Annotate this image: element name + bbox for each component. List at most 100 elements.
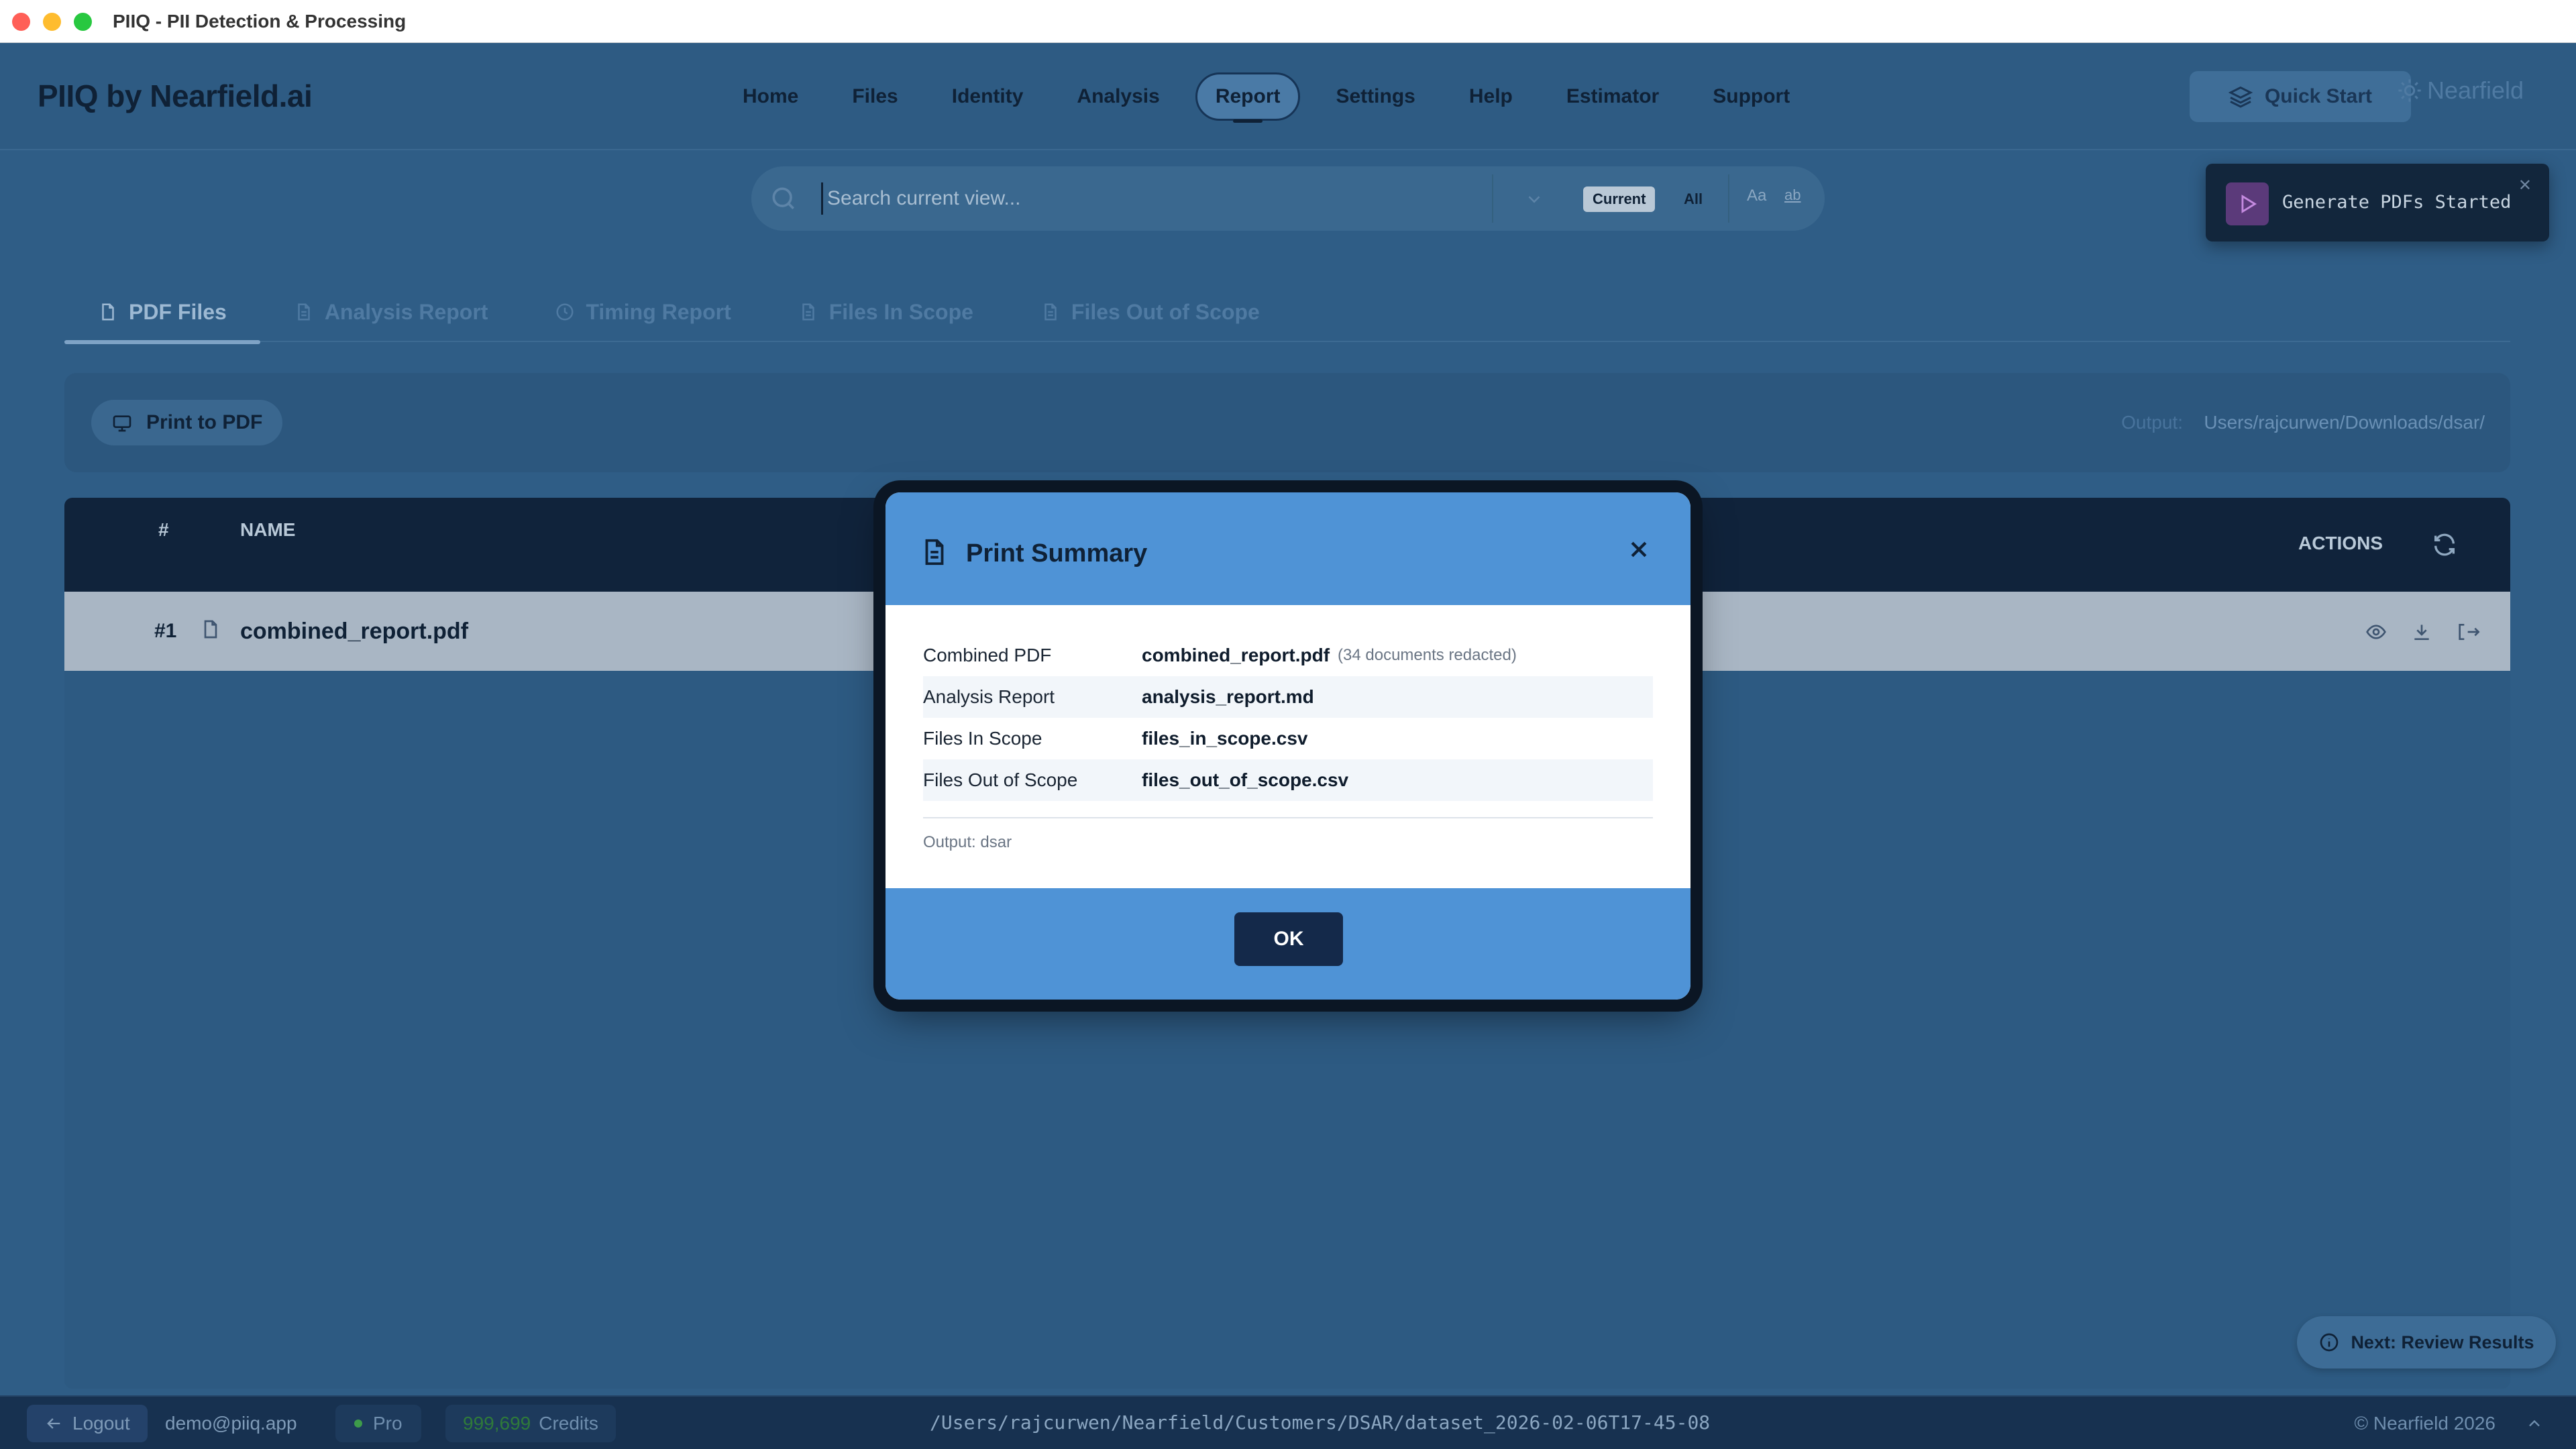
summary-row: Files Out of Scope files_out_of_scope.cs… (923, 759, 1653, 801)
dialog-output: Output: dsar (923, 833, 1012, 851)
tab-label: PDF Files (129, 299, 227, 324)
tab-pdf-files[interactable]: PDF Files (64, 282, 260, 344)
zoom-window-button[interactable] (74, 13, 92, 31)
clock-icon (556, 303, 574, 321)
brand-title: PIIQ by Nearfield.ai (38, 78, 313, 113)
nav-settings[interactable]: Settings (1318, 72, 1433, 121)
summary-note: (34 documents redacted) (1338, 646, 1517, 664)
nav-support[interactable]: Support (1695, 72, 1808, 121)
tab-files-out-of-scope[interactable]: Files Out of Scope (1007, 282, 1293, 342)
report-toolbar: Print to PDF Output: Users/rajcurwen/Dow… (64, 373, 2510, 472)
credits-value: 999,699 (463, 1413, 531, 1434)
dialog-footer: OK (885, 888, 1690, 1000)
summary-row: Analysis Report analysis_report.md (923, 676, 1653, 718)
file-icon (102, 303, 114, 321)
ok-button[interactable]: OK (1234, 912, 1343, 966)
output-path[interactable]: Users/rajcurwen/Downloads/dsar/ (2204, 412, 2485, 433)
chevron-down-icon[interactable] (1524, 189, 1544, 209)
search-input[interactable] (821, 182, 1492, 215)
summary-row: Combined PDF combined_report.pdf (34 doc… (923, 635, 1653, 676)
print-to-pdf-label: Print to PDF (146, 411, 263, 433)
output-label: Output: (2121, 412, 2183, 433)
summary-label: Analysis Report (923, 686, 1055, 707)
nav-help[interactable]: Help (1451, 72, 1531, 121)
layers-icon (2228, 86, 2253, 108)
credits-label: Credits (539, 1413, 598, 1434)
tab-label: Files Out of Scope (1071, 299, 1260, 324)
nav-analysis[interactable]: Analysis (1059, 72, 1177, 121)
close-icon[interactable] (1627, 538, 1650, 561)
file-text-icon (1044, 303, 1057, 321)
report-tabs: PDF Files Analysis Report Timing Report … (64, 282, 2510, 344)
column-header-actions: ACTIONS (2298, 533, 2383, 553)
quick-start-button[interactable]: Quick Start (2190, 71, 2411, 122)
summary-value: files_out_of_scope.csv (1142, 769, 1349, 790)
user-email: demo@piiq.app (165, 1413, 297, 1434)
file-icon (204, 620, 217, 639)
refresh-icon[interactable] (2431, 531, 2458, 558)
logout-button[interactable]: Logout (27, 1405, 148, 1442)
dialog-title: Print Summary (966, 539, 1148, 568)
whole-word-toggle[interactable]: ab (1784, 186, 1801, 204)
document-icon (925, 539, 944, 566)
scope-current-toggle[interactable]: Current (1583, 186, 1656, 212)
logout-label: Logout (72, 1413, 130, 1434)
match-case-toggle[interactable]: Aa (1747, 186, 1766, 205)
column-header-name[interactable]: NAME (240, 519, 295, 541)
window-title: PIIQ - PII Detection & Processing (113, 11, 407, 32)
download-icon[interactable] (2411, 621, 2432, 643)
divider (923, 817, 1653, 818)
tab-label: Files In Scope (828, 299, 973, 324)
tab-timing-report[interactable]: Timing Report (521, 282, 764, 342)
print-to-pdf-button[interactable]: Print to PDF (91, 400, 283, 445)
main-nav: Home Files Identity Analysis Report Sett… (724, 72, 1825, 123)
plan-badge: Pro (335, 1405, 421, 1442)
app-header: PIIQ by Nearfield.ai Home Files Identity… (0, 43, 2576, 150)
toast-message: Generate PDFs Started (2282, 192, 2512, 213)
nav-identity[interactable]: Identity (934, 72, 1042, 121)
window-titlebar: PIIQ - PII Detection & Processing (0, 0, 2576, 43)
next-review-results-button[interactable]: Next: Review Results (2297, 1316, 2556, 1368)
tab-files-in-scope[interactable]: Files In Scope (765, 282, 1007, 342)
printer-icon (113, 415, 131, 432)
nav-home[interactable]: Home (724, 72, 816, 121)
print-summary-dialog: Print Summary Combined PDF combined_repo… (885, 492, 1690, 1000)
dataset-path: /Users/rajcurwen/Nearfield/Customers/DSA… (930, 1411, 1711, 1434)
plan-status-dot (354, 1419, 362, 1428)
summary-value: analysis_report.md (1142, 686, 1314, 707)
row-number: #1 (154, 620, 177, 642)
status-bar: Logout demo@piiq.app Pro 999,699 Credits… (0, 1395, 2576, 1449)
tab-label: Timing Report (586, 299, 731, 324)
copyright: © Nearfield 2026 (2354, 1413, 2496, 1434)
next-button-label: Next: Review Results (2351, 1332, 2534, 1352)
plan-label: Pro (373, 1413, 402, 1434)
credits-badge: 999,699 Credits (445, 1405, 616, 1442)
chevron-up-icon[interactable] (2525, 1414, 2544, 1433)
open-external-icon[interactable] (2457, 621, 2481, 643)
nearfield-logo: Nearfield (2396, 76, 2524, 105)
nav-estimator[interactable]: Estimator (1548, 72, 1677, 121)
search-divider (1728, 174, 1729, 223)
dialog-header: Print Summary (885, 492, 1690, 605)
eye-icon[interactable] (2365, 621, 2387, 643)
search-bar: Current All Aa ab (751, 166, 1825, 231)
nav-files[interactable]: Files (834, 72, 916, 121)
close-window-button[interactable] (12, 13, 30, 31)
tab-analysis-report[interactable]: Analysis Report (260, 282, 522, 342)
search-divider (1492, 174, 1493, 223)
row-file-name[interactable]: combined_report.pdf (240, 619, 468, 645)
nearfield-logo-text: Nearfield (2427, 76, 2524, 104)
summary-value: files_in_scope.csv (1142, 728, 1308, 749)
scope-all-toggle[interactable]: All (1674, 186, 1712, 212)
summary-label: Files In Scope (923, 728, 1042, 749)
summary-label: Combined PDF (923, 645, 1052, 665)
minimize-window-button[interactable] (43, 13, 61, 31)
arrow-left-icon (47, 1418, 60, 1429)
toast-close-icon[interactable]: ✕ (2518, 176, 2532, 195)
play-icon (2226, 182, 2269, 225)
notification-toast: Generate PDFs Started ✕ (2206, 164, 2549, 241)
dialog-body: Combined PDF combined_report.pdf (34 doc… (923, 635, 1653, 852)
sun-icon (2398, 79, 2421, 102)
nav-report[interactable]: Report (1195, 72, 1301, 123)
summary-label: Files Out of Scope (923, 769, 1078, 790)
